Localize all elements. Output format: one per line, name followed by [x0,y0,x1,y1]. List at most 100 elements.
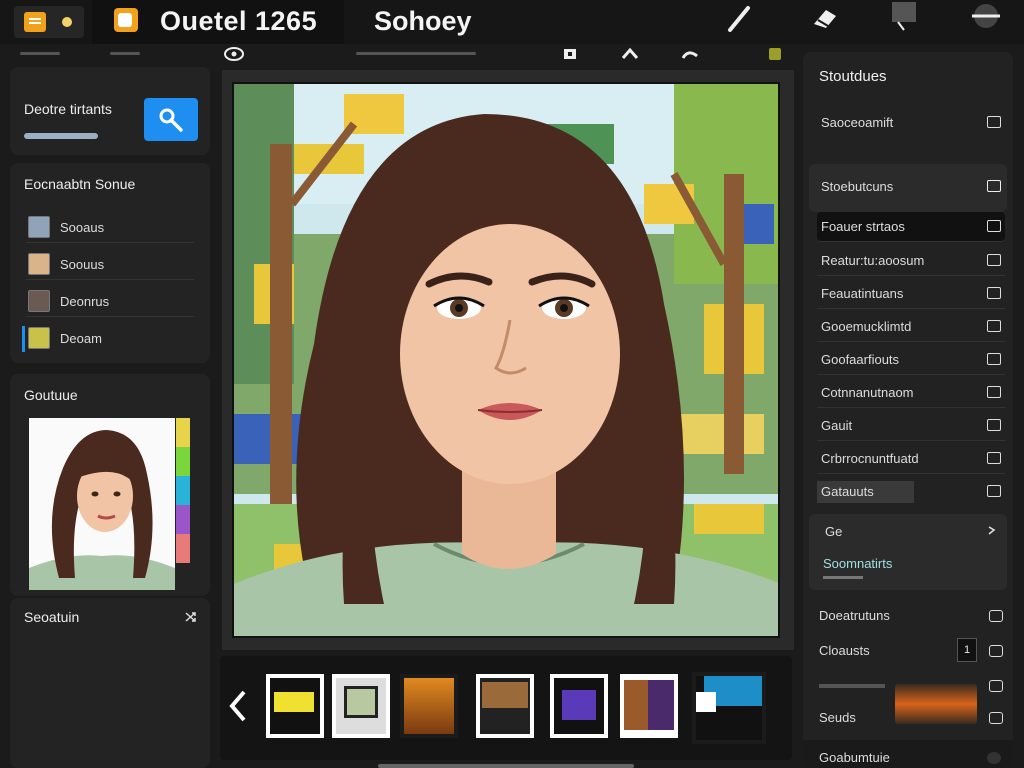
row-label: Reatur:tu:aoosum [821,253,925,268]
checkbox-icon[interactable] [989,645,1003,657]
bottom-row-label: Cloausts [819,643,870,658]
filmstrip-thumbnail[interactable] [400,674,458,738]
top-bar: Ouetel 1265 Sohoey [0,0,1024,44]
search-input[interactable] [24,133,98,139]
property-row[interactable]: Goofaarfiouts [817,345,1005,375]
sub-section-title: Ge [825,524,843,539]
layer-label: Deoam [60,331,102,346]
eye-icon[interactable] [224,46,244,62]
row-label: Cotnnanutnaom [821,385,914,400]
tab-title: Ouetel 1265 [160,6,318,36]
preview-panel: Goutuue [10,374,210,596]
filmstrip-thumbnail[interactable] [332,674,390,738]
layer-thumbnail [28,253,50,275]
subbar-divider [110,52,140,55]
property-row[interactable]: Cotnnanutnaom [817,378,1005,408]
layer-thumbnail [28,290,50,312]
redo-icon[interactable] [680,46,700,62]
checkbox-icon [987,386,1001,398]
layer-item[interactable]: Deonrus [26,287,194,317]
filmstrip-thumbnail[interactable] [266,674,324,738]
layer-item[interactable]: Soouus [26,250,194,280]
filmstrip-thumbnail[interactable] [550,674,608,738]
active-indicator [22,326,25,352]
bottom-row-label: Seuds [819,710,856,725]
checkbox-icon[interactable] [989,680,1003,692]
document-icon [114,8,138,32]
shuffle-icon[interactable] [184,610,198,624]
slider-track[interactable] [819,684,885,688]
checkbox-icon [987,353,1001,365]
property-row[interactable]: Gooemucklimtd [817,312,1005,342]
count-badge: 1 [957,638,977,662]
footer-icon[interactable] [987,752,1001,764]
status-dot-icon [62,17,72,27]
color-indicator-icon[interactable] [766,46,786,62]
chevron-left-icon[interactable] [226,688,250,724]
layer-label: Deonrus [60,294,110,309]
document-tab[interactable]: Ouetel 1265 [92,0,344,44]
row-label: Gooemucklimtd [821,319,912,334]
row-label: Foauer strtaos [821,219,905,234]
chevron-down-icon[interactable] [987,524,999,536]
layer-icon [892,2,916,31]
preview-title: Goutuue [24,387,78,403]
property-row[interactable]: Gauit [817,411,1005,441]
row-label: Saoceoamift [821,115,894,130]
layer-item[interactable]: Sooaus [26,213,194,243]
filmstrip-thumbnail[interactable] [476,674,534,738]
property-row-selected[interactable]: Foauer strtaos [817,212,1005,242]
search-icon [159,108,183,132]
properties-panel: Stoutdues Saoceoamift Stoebutcuns Foauer… [803,52,1013,768]
sub-section-value: Soomnatirts [823,556,893,571]
checkbox-icon [987,419,1001,431]
app-icon [24,12,46,32]
pen-icon [728,6,750,32]
checkbox-icon [987,116,1001,128]
checkbox-icon [987,452,1001,464]
subbar-divider [20,52,60,55]
properties-header-row[interactable]: Saoceoamift [817,108,1005,138]
portrait-artwork [234,84,778,636]
square-icon[interactable] [560,46,580,62]
property-row[interactable]: Crbrrocnuntfuatd [817,444,1005,474]
row-label: Goofaarfiouts [821,352,900,367]
group-header-row[interactable]: Stoebutcuns [817,172,1005,202]
eraser-tool-button[interactable] [806,2,842,34]
preview-thumbnail[interactable] [29,418,175,590]
checkbox-icon[interactable] [989,712,1003,724]
sub-section-slider[interactable] [823,576,863,579]
settings-title: Seoatuin [24,609,80,625]
drawing-canvas[interactable] [232,82,780,638]
property-row[interactable]: Reatur:tu:aoosum [817,246,1005,276]
settings-panel: Seoatuin [10,598,210,768]
property-row[interactable]: Feauatintuans [817,279,1005,309]
checkbox-icon [987,287,1001,299]
color-swatch-strip[interactable] [176,418,190,563]
bottom-row-label: Doeatrutuns [819,608,890,623]
filmstrip-thumbnail[interactable] [692,672,766,744]
layer-item-active[interactable]: Deoam [22,324,194,354]
app-menu-button[interactable] [14,6,84,38]
layer-thumbnail [28,216,50,238]
menu-button[interactable] [968,2,1004,34]
collapse-icon [987,180,1001,192]
pen-tool-button[interactable] [722,2,758,34]
eraser-icon [814,10,836,28]
property-row-highlighted[interactable]: Gatauuts [817,477,1005,507]
row-label: Feauatintuans [821,286,904,301]
panel-footer-label: Goabumtuie [819,750,890,765]
layers-title: Eocnaabtn Sonue [24,176,136,192]
filmstrip-thumbnail[interactable] [620,674,678,738]
filmstrip-scrollbar[interactable] [378,764,634,768]
color-gradient-swatch[interactable] [895,684,977,724]
checkbox-icon[interactable] [989,610,1003,622]
row-label: Gauit [821,418,853,433]
checkbox-icon [987,254,1001,266]
layers-panel: Eocnaabtn Sonue Sooaus Soouus Deonrus De… [10,163,210,363]
search-button[interactable] [144,98,198,141]
subbar-divider [356,52,476,55]
document-title: Sohoey [374,6,472,36]
undo-icon[interactable] [620,46,640,62]
layer-tool-button[interactable] [886,2,922,34]
